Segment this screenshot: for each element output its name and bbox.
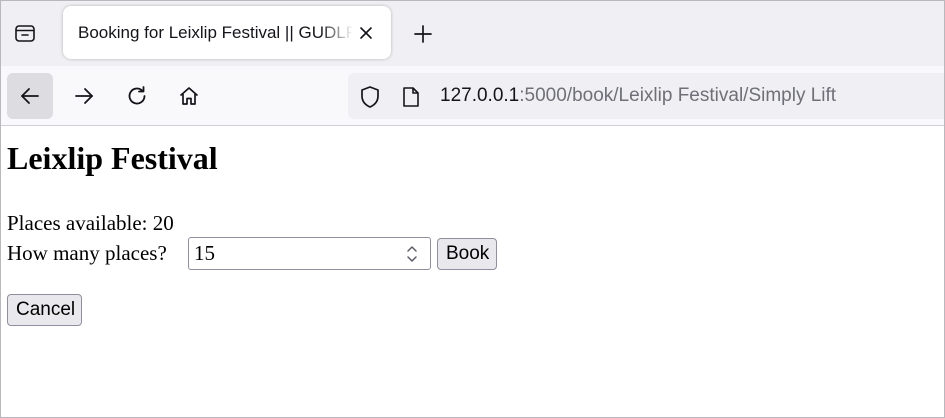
tab-title: Booking for Leixlip Festival || GUDLFT R… (78, 23, 353, 42)
url-host: 127.0.0.1 (440, 85, 520, 106)
tabs-list-button[interactable] (5, 13, 45, 53)
home-icon (177, 84, 201, 108)
tab-strip: Booking for Leixlip Festival || GUDLFT R… (1, 1, 944, 66)
navigation-toolbar: 127.0.0.1:5000/book/Leixlip Festival/Sim… (1, 66, 944, 126)
home-button[interactable] (166, 73, 212, 119)
tab-active[interactable]: Booking for Leixlip Festival || GUDLFT R… (63, 6, 391, 59)
reload-icon (125, 84, 149, 108)
plus-icon (413, 24, 433, 44)
forward-button[interactable] (61, 73, 107, 119)
spinner-arrows-icon[interactable] (402, 242, 422, 266)
tabs-list-icon (13, 21, 37, 45)
url-text[interactable]: 127.0.0.1:5000/book/Leixlip Festival/Sim… (440, 73, 836, 119)
tab-close-button[interactable] (353, 20, 379, 46)
book-button[interactable]: Book (437, 238, 497, 270)
cancel-button[interactable]: Cancel (7, 294, 82, 326)
reload-button[interactable] (114, 73, 160, 119)
page-title: Leixlip Festival (7, 140, 218, 176)
places-available-text: Places available: 20 (7, 211, 174, 235)
places-quantity-value: 15 (194, 241, 215, 265)
page-icon[interactable] (399, 84, 423, 110)
new-tab-button[interactable] (404, 15, 442, 53)
forward-arrow-icon (72, 84, 96, 108)
back-arrow-icon (18, 84, 42, 108)
places-quantity-input[interactable]: 15 (188, 237, 431, 270)
back-button[interactable] (7, 73, 53, 119)
browser-window: Booking for Leixlip Festival || GUDLFT R… (0, 0, 945, 418)
shield-icon[interactable] (357, 84, 383, 110)
quantity-label: How many places? (7, 241, 167, 265)
page-content: Leixlip Festival Places available: 20 Ho… (1, 126, 944, 417)
url-path: :5000/book/Leixlip Festival/Simply Lift (519, 85, 837, 106)
url-bar[interactable]: 127.0.0.1:5000/book/Leixlip Festival/Sim… (348, 73, 944, 119)
close-icon (359, 26, 373, 40)
